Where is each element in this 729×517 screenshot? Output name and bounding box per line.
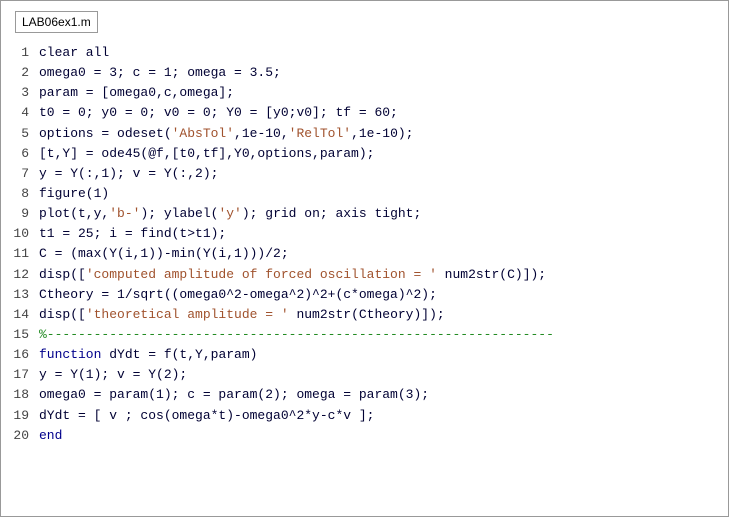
code-line: 20 end	[9, 426, 720, 446]
code-line: 1 clear all	[9, 43, 720, 63]
code-line: 13 Ctheory = 1/sqrt((omega0^2-omega^2)^2+…	[9, 285, 720, 305]
line-number: 4	[9, 103, 29, 123]
line-number: 15	[9, 325, 29, 345]
file-title: LAB06ex1.m	[15, 11, 98, 33]
line-content: C = (max(Y(i,1))-min(Y(i,1)))/2;	[39, 244, 289, 264]
line-content: plot(t,y,'b-'); ylabel('y'); grid on; ax…	[39, 204, 421, 224]
line-number: 14	[9, 305, 29, 325]
line-content: function dYdt = f(t,Y,param)	[39, 345, 257, 365]
code-line: 16 function dYdt = f(t,Y,param)	[9, 345, 720, 365]
line-content: y = Y(:,1); v = Y(:,2);	[39, 164, 218, 184]
code-line: 4 t0 = 0; y0 = 0; v0 = 0; Y0 = [y0;v0]; t…	[9, 103, 720, 123]
line-content: options = odeset('AbsTol',1e-10,'RelTol'…	[39, 124, 414, 144]
code-line: 10 t1 = 25; i = find(t>t1);	[9, 224, 720, 244]
line-number: 7	[9, 164, 29, 184]
line-content: figure(1)	[39, 184, 109, 204]
line-content: omega0 = 3; c = 1; omega = 3.5;	[39, 63, 281, 83]
code-line: 9 plot(t,y,'b-'); ylabel('y'); grid on; a…	[9, 204, 720, 224]
line-number: 1	[9, 43, 29, 63]
line-content: omega0 = param(1); c = param(2); omega =…	[39, 385, 429, 405]
line-number: 19	[9, 406, 29, 426]
line-number: 9	[9, 204, 29, 224]
line-number: 12	[9, 265, 29, 285]
code-line: 2 omega0 = 3; c = 1; omega = 3.5;	[9, 63, 720, 83]
code-line: 12 disp(['computed amplitude of forced os…	[9, 265, 720, 285]
code-line: 6 [t,Y] = ode45(@f,[t0,tf],Y0,options,par…	[9, 144, 720, 164]
code-line: 8 figure(1)	[9, 184, 720, 204]
line-content: y = Y(1); v = Y(2);	[39, 365, 187, 385]
line-number: 10	[9, 224, 29, 244]
code-line: 18 omega0 = param(1); c = param(2); omega…	[9, 385, 720, 405]
code-line: 15 %-------------------------------------…	[9, 325, 720, 345]
line-content: disp(['computed amplitude of forced osci…	[39, 265, 546, 285]
line-content: dYdt = [ v ; cos(omega*t)-omega0^2*y-c*v…	[39, 406, 374, 426]
line-content: t0 = 0; y0 = 0; v0 = 0; Y0 = [y0;v0]; tf…	[39, 103, 398, 123]
code-line: 7 y = Y(:,1); v = Y(:,2);	[9, 164, 720, 184]
line-number: 18	[9, 385, 29, 405]
line-number: 20	[9, 426, 29, 446]
code-line: 3 param = [omega0,c,omega];	[9, 83, 720, 103]
code-area: 1 clear all 2 omega0 = 3; c = 1; omega = 3.…	[1, 39, 728, 458]
code-line: 17 y = Y(1); v = Y(2);	[9, 365, 720, 385]
line-content: t1 = 25; i = find(t>t1);	[39, 224, 226, 244]
line-number: 6	[9, 144, 29, 164]
line-number: 16	[9, 345, 29, 365]
code-line: 5 options = odeset('AbsTol',1e-10,'RelTol…	[9, 124, 720, 144]
line-content: %---------------------------------------…	[39, 325, 554, 345]
code-line: 19 dYdt = [ v ; cos(omega*t)-omega0^2*y-c…	[9, 406, 720, 426]
line-number: 8	[9, 184, 29, 204]
editor-window: LAB06ex1.m 1 clear all 2 omega0 = 3; c = 1;…	[0, 0, 729, 517]
line-number: 5	[9, 124, 29, 144]
code-line: 14 disp(['theoretical amplitude = ' num2s…	[9, 305, 720, 325]
line-number: 11	[9, 244, 29, 264]
line-content: disp(['theoretical amplitude = ' num2str…	[39, 305, 445, 325]
line-number: 3	[9, 83, 29, 103]
line-number: 13	[9, 285, 29, 305]
line-content: [t,Y] = ode45(@f,[t0,tf],Y0,options,para…	[39, 144, 374, 164]
line-number: 2	[9, 63, 29, 83]
line-number: 17	[9, 365, 29, 385]
line-content: Ctheory = 1/sqrt((omega0^2-omega^2)^2+(c…	[39, 285, 437, 305]
line-content: clear all	[39, 43, 109, 63]
line-content: end	[39, 426, 62, 446]
line-content: param = [omega0,c,omega];	[39, 83, 234, 103]
code-line: 11 C = (max(Y(i,1))-min(Y(i,1)))/2;	[9, 244, 720, 264]
